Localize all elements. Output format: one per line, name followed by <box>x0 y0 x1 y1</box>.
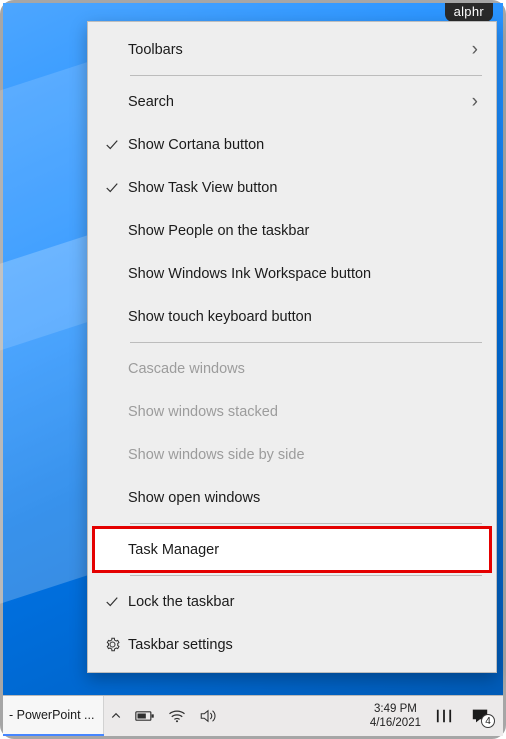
gear-icon <box>96 637 128 652</box>
tray-overflow-icon[interactable] <box>110 710 122 722</box>
menu-item-show-taskview[interactable]: Show Task View button <box>88 166 496 209</box>
menu-item-sidebyside: Show windows side by side <box>88 433 496 476</box>
menu-label: Task Manager <box>128 542 482 558</box>
menu-item-search[interactable]: Search › <box>88 80 496 123</box>
menu-item-stacked: Show windows stacked <box>88 390 496 433</box>
menu-label: Show windows side by side <box>128 447 482 463</box>
menu-item-show-cortana[interactable]: Show Cortana button <box>88 123 496 166</box>
menu-item-cascade: Cascade windows <box>88 347 496 390</box>
menu-label: Search <box>128 94 472 110</box>
menu-item-taskbar-settings[interactable]: Taskbar settings <box>88 623 496 666</box>
check-icon <box>96 595 128 609</box>
chevron-right-icon: › <box>472 39 478 61</box>
menu-item-show-ink[interactable]: Show Windows Ink Workspace button <box>88 252 496 295</box>
chevron-right-icon: › <box>472 91 478 113</box>
menu-label: Cascade windows <box>128 361 482 377</box>
menu-label: Show open windows <box>128 490 482 506</box>
separator <box>130 75 482 76</box>
wifi-icon[interactable] <box>168 709 186 723</box>
menu-label: Show Cortana button <box>128 137 482 153</box>
action-center-icon[interactable]: 4 <box>471 708 489 724</box>
menu-label: Toolbars <box>128 42 472 58</box>
system-tray <box>104 696 363 736</box>
notification-badge: 4 <box>481 714 495 728</box>
menu-label: Taskbar settings <box>128 637 482 653</box>
taskbar-context-menu: Toolbars › Search › Show Cortana button … <box>87 21 497 673</box>
taskbar-app-label: - PowerPoint ... <box>9 708 94 722</box>
menu-item-show-touchkb[interactable]: Show touch keyboard button <box>88 295 496 338</box>
check-icon <box>96 181 128 195</box>
app-tray-icon[interactable] <box>435 708 453 724</box>
battery-icon[interactable] <box>135 710 155 722</box>
separator <box>130 575 482 576</box>
clock-time: 3:49 PM <box>374 702 417 716</box>
separator <box>130 342 482 343</box>
taskbar[interactable]: - PowerPoint ... 3:49 PM 4/16/2021 4 <box>3 695 503 736</box>
menu-label: Show Task View button <box>128 180 482 196</box>
taskbar-clock[interactable]: 3:49 PM 4/16/2021 <box>364 702 427 731</box>
menu-label: Show windows stacked <box>128 404 482 420</box>
menu-item-lock-taskbar[interactable]: Lock the taskbar <box>88 580 496 623</box>
separator <box>130 523 482 524</box>
menu-item-show-open[interactable]: Show open windows <box>88 476 496 519</box>
menu-label: Show People on the taskbar <box>128 223 482 239</box>
clock-date: 4/16/2021 <box>370 716 421 730</box>
brand-watermark: alphr <box>445 3 493 22</box>
menu-item-show-people[interactable]: Show People on the taskbar <box>88 209 496 252</box>
taskbar-app-powerpoint[interactable]: - PowerPoint ... <box>3 696 104 736</box>
menu-label: Show Windows Ink Workspace button <box>128 266 482 282</box>
check-icon <box>96 138 128 152</box>
menu-item-toolbars[interactable]: Toolbars › <box>88 28 496 71</box>
menu-item-task-manager[interactable]: Task Manager <box>88 528 496 571</box>
menu-label: Show touch keyboard button <box>128 309 482 325</box>
menu-label: Lock the taskbar <box>128 594 482 610</box>
volume-icon[interactable] <box>199 708 217 724</box>
